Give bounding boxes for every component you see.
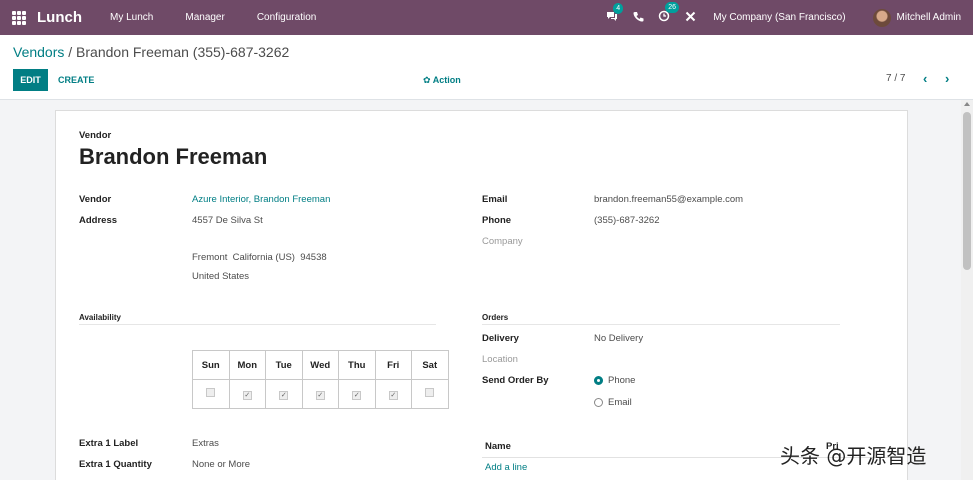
debug-tools-icon[interactable] <box>677 11 703 25</box>
menu-my-lunch[interactable]: My Lunch <box>110 12 169 23</box>
top-navbar: Lunch My Lunch Manager Configuration 4 2… <box>0 0 973 35</box>
day-mon-header: Mon <box>228 350 266 380</box>
vendor-partner-link[interactable]: Azure Interior, Brandon Freeman <box>192 194 330 205</box>
phone-value: (355)-687-3262 <box>594 215 660 226</box>
vendor-name-title: Brandon Freeman <box>79 144 268 169</box>
day-sun-checkbox[interactable] <box>206 388 216 397</box>
watermark-text: 头条 @开源智造 <box>780 444 927 468</box>
extra1-label-label: Extra 1 Label <box>79 438 139 449</box>
extra1-label-value: Extras <box>192 438 219 449</box>
address-city-line: Fremont California (US) 94538 <box>192 252 327 263</box>
address-country: United States <box>192 271 250 282</box>
day-wed-cell: ✓ <box>301 379 339 409</box>
breadcrumb: Vendors / Brandon Freeman (355)-687-3262 <box>13 44 289 60</box>
day-sun-cell <box>192 379 230 409</box>
extra1-quantity-value: None or More <box>192 459 251 470</box>
day-wed-checkbox[interactable]: ✓ <box>315 390 325 400</box>
send-by-email-label: Email <box>608 397 632 408</box>
action-label: Action <box>432 75 461 85</box>
user-name[interactable]: Mitchell Admin <box>897 12 961 23</box>
breadcrumb-current: Brandon Freeman (355)-687-3262 <box>76 44 290 60</box>
menu-manager[interactable]: Manager <box>169 12 240 23</box>
day-sat-checkbox[interactable] <box>425 388 435 397</box>
email-value: brandon.freeman55@example.com <box>594 194 744 205</box>
day-mon-checkbox[interactable]: ✓ <box>242 390 252 400</box>
company-switcher[interactable]: My Company (San Francisco) <box>713 12 845 23</box>
send-by-email-radio[interactable] <box>594 398 603 407</box>
breadcrumb-vendors-link[interactable]: Vendors <box>13 44 64 60</box>
delivery-label: Delivery <box>482 333 519 344</box>
phone-label: Phone <box>482 215 512 226</box>
day-sun-header: Sun <box>192 350 230 380</box>
day-wed-header: Wed <box>301 350 339 380</box>
send-by-phone-label: Phone <box>608 375 636 386</box>
orders-divider <box>482 324 840 325</box>
activity-clock-icon[interactable]: 26 <box>651 2 680 25</box>
pager-previous-icon[interactable]: ‹ <box>923 71 927 86</box>
breadcrumb-separator: / <box>64 44 77 60</box>
apps-menu-icon[interactable] <box>12 10 28 25</box>
day-fri-checkbox[interactable]: ✓ <box>388 390 398 400</box>
day-sat-header: Sat <box>411 350 449 380</box>
day-sat-cell <box>411 379 449 409</box>
delivery-value: No Delivery <box>594 333 644 344</box>
control-panel: Vendors / Brandon Freeman (355)-687-3262… <box>0 35 973 100</box>
day-thu-checkbox[interactable]: ✓ <box>352 390 362 400</box>
orders-section-title: Orders <box>482 313 509 322</box>
day-tue-checkbox[interactable]: ✓ <box>279 390 289 400</box>
day-thu-header: Thu <box>338 350 376 380</box>
availability-days-table: Sun Mon Tue Wed Thu Fri Sat ✓ ✓ ✓ ✓ ✓ <box>192 350 449 409</box>
availability-section-title: Availability <box>79 313 121 322</box>
day-fri-cell: ✓ <box>374 379 412 409</box>
create-button[interactable]: CREATE <box>58 75 94 85</box>
company-placeholder: Company <box>482 236 523 247</box>
phone-icon[interactable] <box>625 11 651 25</box>
app-brand[interactable]: Lunch <box>37 9 82 26</box>
pager-next-icon[interactable]: › <box>945 71 949 86</box>
gear-icon: ✿ <box>423 75 431 85</box>
email-label: Email <box>482 194 508 205</box>
scroll-up-arrow-icon[interactable] <box>964 102 970 106</box>
send-by-phone-radio[interactable] <box>594 376 603 385</box>
vendor-form-sheet: Vendor Brandon Freeman Vendor Azure Inte… <box>55 110 908 480</box>
day-thu-cell: ✓ <box>338 379 376 409</box>
chat-badge: 4 <box>613 2 624 14</box>
day-tue-cell: ✓ <box>265 379 303 409</box>
action-dropdown[interactable]: ✿ Action <box>423 75 461 86</box>
address-label: Address <box>79 215 118 226</box>
vendor-label: Vendor <box>79 194 112 205</box>
user-avatar[interactable] <box>872 8 891 27</box>
pager-value[interactable]: 7 / 7 <box>886 73 905 84</box>
location-placeholder: Location <box>482 354 518 365</box>
chat-icon[interactable]: 4 <box>599 2 625 25</box>
day-fri-header: Fri <box>374 350 412 380</box>
day-tue-header: Tue <box>265 350 303 380</box>
vendor-caption: Vendor <box>79 130 112 141</box>
page-scrollbar[interactable] <box>961 100 973 480</box>
availability-divider <box>79 324 436 325</box>
edit-button[interactable]: EDIT <box>13 69 48 91</box>
address-street: 4557 De Silva St <box>192 215 263 226</box>
scroll-thumb[interactable] <box>963 112 971 270</box>
menu-configuration[interactable]: Configuration <box>241 12 332 23</box>
add-line-link[interactable]: Add a line <box>485 462 527 473</box>
lines-name-header[interactable]: Name <box>485 441 511 452</box>
send-order-by-label: Send Order By <box>482 375 549 386</box>
extra1-quantity-label: Extra 1 Quantity <box>79 459 152 470</box>
day-mon-cell: ✓ <box>228 379 266 409</box>
